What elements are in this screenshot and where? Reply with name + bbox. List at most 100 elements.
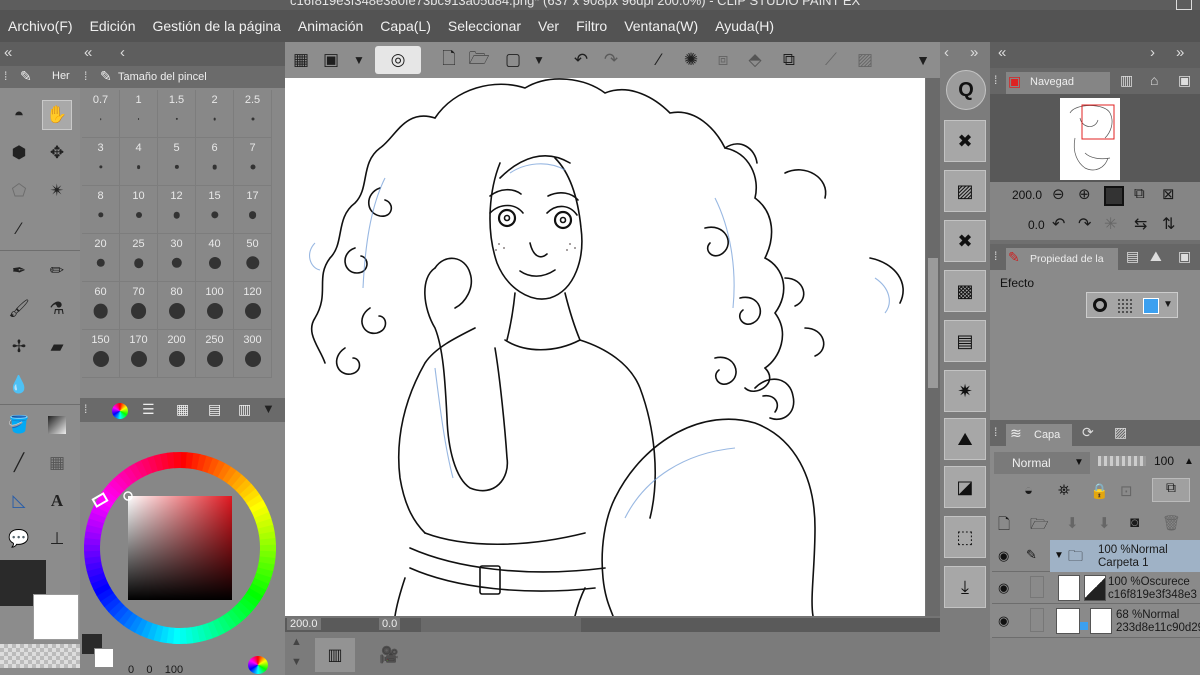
gradient-icon[interactable] [42,410,72,440]
layer-property-tab[interactable]: ✎ Propiedad de la [1006,248,1118,270]
text-icon[interactable]: A [42,486,72,516]
border-effect-icon[interactable] [1093,298,1107,312]
tone-effect-icon[interactable] [1117,298,1133,314]
brush-size-option[interactable]: 0.7 [82,90,120,138]
save-dropdown-icon[interactable]: ▼ [525,46,553,74]
brush-size-option[interactable]: 3 [82,138,120,186]
brush-icon[interactable]: 🖌 [4,294,34,324]
layer-row-color[interactable]: ◉ 68 %Normal 233d8e11c90d29 [992,604,1200,638]
navigator-menu-icon[interactable]: ▣ [1178,72,1191,89]
actual-size-icon[interactable]: ⊠ [1162,185,1175,203]
eye-icon[interactable]: ◉ [998,548,1009,564]
eye-icon[interactable]: ◉ [998,580,1009,596]
expand-icon[interactable]: » [1176,44,1184,61]
brush-size-option[interactable]: 1.5 [158,90,196,138]
airbrush-icon[interactable]: ⚗ [42,294,72,324]
flip-vertical-icon[interactable]: ⇅ [1162,214,1175,234]
brush-size-option[interactable]: 70 [120,282,158,330]
fit-icon[interactable] [1104,186,1124,206]
opacity-value[interactable]: 100 [1154,454,1174,468]
frame-icon[interactable]: ▦ [42,448,72,478]
blend-mode-select[interactable]: Normal ▼ [994,452,1090,474]
hand-icon[interactable]: ✋ [42,100,72,130]
brush-size-option[interactable]: 1 [120,90,158,138]
brush-size-option[interactable]: 60 [82,282,120,330]
transform-icon[interactable]: ⧈ [709,46,737,74]
menu-filtro[interactable]: Filtro [568,10,616,42]
crop-icon[interactable]: ⧉ [775,46,803,74]
collapse-left-icon[interactable]: « [4,44,12,61]
material-icon-7[interactable]: ⛰ [944,418,986,460]
navigator-rotation-value[interactable]: 0.0 [1028,218,1045,232]
figure-icon[interactable]: ╱ [4,448,34,478]
save-icon[interactable]: ▢ [499,46,527,74]
fit-window-icon[interactable]: ⧉ [1134,185,1145,202]
open-folder-icon[interactable]: 🗁 [465,46,493,74]
brush-size-title[interactable]: Tamaño del pincel [118,71,207,83]
brush-size-option[interactable]: 2.5 [234,90,272,138]
brush-size-option[interactable]: 30 [158,234,196,282]
zoom-out-icon[interactable]: ⊖ [1052,185,1065,203]
rotate-left-icon[interactable]: ↶ [1052,214,1065,234]
grid-menu-icon[interactable]: ▦ [287,46,315,74]
layer-row-image[interactable]: ◉ 100 %Oscurece c16f819e3f348e3 [992,572,1200,604]
eyedropper-icon[interactable]: ⁄ [4,214,34,244]
material-icon-6[interactable]: ✷ [944,370,986,412]
color-wheel[interactable] [80,450,285,650]
collapse-icon[interactable]: « [998,44,1006,61]
property-menu-icon[interactable]: ▣ [1178,248,1191,265]
pencil-icon[interactable]: ✏ [42,256,72,286]
image-icon[interactable]: ▣ [317,46,345,74]
collapse-left-icon-2[interactable]: « [84,44,92,61]
brush-size-option[interactable]: 40 [196,234,234,282]
brush-size-option[interactable]: 20 [82,234,120,282]
reset-rotation-icon[interactable]: ✳ [1104,214,1117,234]
menu-archivo[interactable]: Archivo(F) [0,10,82,42]
zoom-in-icon[interactable]: ⊕ [1078,185,1091,203]
lasso-icon[interactable]: ⬠ [4,176,34,206]
color-sub-mini[interactable] [94,648,114,668]
navigator-preview[interactable] [1060,98,1120,180]
camera-icon[interactable]: 🎥 [369,638,409,672]
correct-line-icon[interactable]: ⊥ [42,524,72,554]
brush-size-option[interactable]: 300 [234,330,272,378]
flip-horizontal-icon[interactable]: ⇆ [1134,214,1147,234]
clip-layer-icon[interactable]: ◒ [1024,482,1033,499]
balloon-icon[interactable]: 💬 [4,524,34,554]
eyedropper-cmd-icon[interactable]: ⁄ [645,46,673,74]
new-layer-icon[interactable]: 🗋 [998,514,1010,539]
intermediate-color-tab-icon[interactable]: ▦ [176,401,189,418]
brush-size-option[interactable]: 15 [196,186,234,234]
delete-layer-icon[interactable]: 🗑 [1162,514,1181,532]
chevron-left-icon[interactable]: ‹ [120,44,125,61]
menu-seleccionar[interactable]: Seleccionar [440,10,530,42]
mask-toggle-icon[interactable]: ⧉ [1152,478,1190,502]
brush-size-option[interactable]: 17 [234,186,272,234]
material-icon-2[interactable]: ▨ [944,170,986,212]
approximate-color-tab-icon[interactable]: ▤ [208,401,221,418]
restore-button[interactable] [1176,0,1192,10]
transparent-color-swatch[interactable] [0,644,80,668]
color-set-tab-icon[interactable]: ☰ [142,401,155,418]
menu-ver[interactable]: Ver [530,10,568,42]
redo-icon[interactable]: ↷ [597,46,625,74]
material-icon-8[interactable]: ◪ [944,466,986,508]
brush-size-option[interactable]: 4 [120,138,158,186]
fill-icon[interactable]: 🪣 [4,410,34,440]
history-tab-icon[interactable]: ⟳ [1082,424,1094,441]
merge-down-icon[interactable]: ⬇ [1098,514,1111,532]
menu-edicion[interactable]: Edición [82,10,145,42]
color-wheel-tab-icon[interactable] [112,403,128,419]
swirl-icon[interactable]: ◎ [375,46,421,74]
brush-size-option[interactable]: 170 [120,330,158,378]
layer-tab[interactable]: ≋ Capa [1006,424,1072,446]
eraser-icon[interactable]: ▰ [42,332,72,362]
brush-size-option[interactable]: 7 [234,138,272,186]
material-icon-4[interactable]: ▩ [944,270,986,312]
material-icon-3[interactable]: ✖ [944,220,986,262]
menu-animacion[interactable]: Animación [290,10,372,42]
brush-size-option[interactable]: 250 [196,330,234,378]
panel-menu-icon[interactable]: ▼ [262,401,275,416]
info-tab-icon[interactable]: ⌂ [1150,72,1158,88]
zoom-icon[interactable]: ◓ [4,100,34,130]
